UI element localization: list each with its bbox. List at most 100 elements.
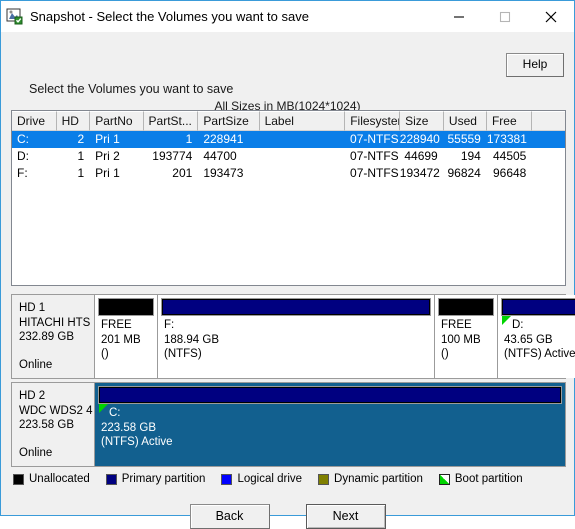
- table-row[interactable]: D: 1 Pri 2 193774 44700 07-NTFS 44699 194 44505: [12, 148, 565, 165]
- legend-swatch-icon: [318, 473, 330, 485]
- disk-status: Online: [19, 446, 53, 459]
- next-button[interactable]: Next: [305, 504, 386, 529]
- cell-partstart: 1: [185, 132, 193, 146]
- column-header-free[interactable]: Free: [486, 111, 533, 131]
- partition-line-3: (NTFS) Active: [504, 348, 575, 360]
- volumes-list[interactable]: Drive HD PartNo PartSt... PartSize Label Files…: [11, 110, 566, 286]
- column-header-label[interactable]: Label: [259, 111, 346, 131]
- cell-filesystem: 07-NTFS: [350, 166, 399, 180]
- legend-label: Boot partition: [454, 473, 523, 485]
- column-header-hd[interactable]: HD: [56, 111, 91, 131]
- partition-block[interactable]: D: 43.65 GB (NTFS) Active: [498, 295, 575, 378]
- legend-item: Primary partition: [105, 473, 206, 485]
- window-title: Snapshot - Select the Volumes you want t…: [30, 9, 309, 24]
- cell-partstart: 193774: [152, 149, 193, 163]
- disk-model: WDC WDS2 4: [19, 404, 93, 417]
- legend-swatch-icon: [438, 473, 450, 485]
- snapshot-icon: [6, 8, 24, 26]
- column-header-used[interactable]: Used: [443, 111, 487, 131]
- partition-line-3: (): [441, 348, 449, 360]
- partition-bar: [501, 298, 575, 316]
- snapshot-window: Snapshot - Select the Volumes you want t…: [0, 0, 575, 529]
- cell-drive: D:: [17, 149, 29, 163]
- column-header-drive[interactable]: Drive: [12, 111, 57, 131]
- cell-label: [259, 165, 345, 182]
- column-header-partno[interactable]: PartNo: [90, 111, 144, 131]
- cell-partsize: 193473: [203, 166, 244, 180]
- disk-status: Online: [19, 358, 53, 371]
- partition-block[interactable]: FREE 100 MB (): [435, 295, 498, 378]
- legend-item: Dynamic partition: [318, 473, 423, 485]
- cell-free: 96648: [492, 166, 527, 180]
- cell-drive: C:: [17, 132, 29, 146]
- legend-label: Unallocated: [29, 473, 90, 485]
- legend-item: Logical drive: [221, 473, 302, 485]
- table-row[interactable]: F: 1 Pri 1 201 193473 07-NTFS 193472 96824 96648: [12, 165, 565, 182]
- cell-partsize: 44700: [203, 149, 237, 163]
- partition-line-3: (): [101, 348, 109, 360]
- disk-partitions-hd2: C: 223.58 GB (NTFS) Active: [95, 383, 565, 466]
- cell-hd: 1: [77, 166, 85, 180]
- partition-text: C: 223.58 GB (NTFS) Active: [95, 403, 565, 450]
- partition-line-3: (NTFS) Active: [101, 436, 173, 448]
- partition-line-1: D:: [512, 319, 524, 331]
- cell-size: 193472: [399, 166, 440, 180]
- disk-capacity: 232.89 GB: [19, 331, 74, 343]
- cell-hd: 2: [77, 132, 85, 146]
- partition-bar: [161, 298, 431, 316]
- partition-line-2: 188.94 GB: [164, 333, 219, 346]
- column-header-partstart[interactable]: PartSt...: [143, 111, 199, 131]
- cell-extra: [532, 165, 565, 182]
- partition-block[interactable]: F: 188.94 GB (NTFS): [158, 295, 435, 378]
- partition-line-1: C:: [109, 407, 121, 419]
- cell-used: 55559: [447, 132, 481, 146]
- cell-partno: Pri 1: [95, 166, 120, 180]
- disk-name: HD 1: [19, 302, 46, 314]
- maximize-button[interactable]: [482, 2, 528, 32]
- partition-block[interactable]: C: 223.58 GB (NTFS) Active: [95, 383, 565, 466]
- disk-panel-hd1[interactable]: HD 1 HITACHI HTS 232.89 GB Online FREE 20…: [11, 294, 575, 379]
- cell-partno: Pri 1: [95, 132, 120, 146]
- legend-swatch-icon: [105, 473, 117, 485]
- partition-line-2: 43.65 GB: [504, 333, 553, 346]
- cell-extra: [532, 148, 565, 165]
- cell-partno: Pri 2: [95, 149, 120, 163]
- cell-label: [259, 131, 345, 148]
- cell-label: [259, 148, 345, 165]
- legend-item: Boot partition: [438, 473, 523, 485]
- disk-panel-hd2[interactable]: HD 2 WDC WDS2 4 223.58 GB Online C: 223.5…: [11, 382, 566, 467]
- cell-size: 44699: [404, 149, 438, 163]
- table-row[interactable]: C: 2 Pri 1 1 228941 07-NTFS 228940 55559 173381: [12, 131, 565, 148]
- disk-info-hd1: HD 1 HITACHI HTS 232.89 GB Online: [12, 295, 95, 378]
- minimize-button[interactable]: [436, 2, 482, 32]
- volumes-list-body: C: 2 Pri 1 1 228941 07-NTFS 228940 55559 173381 D…: [12, 131, 565, 182]
- disk-info-hd2: HD 2 WDC WDS2 4 223.58 GB Online: [12, 383, 95, 466]
- partition-line-1: FREE: [441, 319, 472, 331]
- back-button[interactable]: Back: [189, 504, 270, 529]
- partition-line-2: 100 MB: [441, 333, 481, 346]
- cell-extra: [532, 131, 565, 148]
- cell-free: 44505: [492, 149, 527, 163]
- help-button[interactable]: Help: [506, 53, 564, 77]
- disk-name: HD 2: [19, 390, 46, 402]
- legend-label: Logical drive: [237, 473, 303, 485]
- partition-line-2: 201 MB: [101, 333, 141, 346]
- cell-free: 173381: [486, 132, 527, 146]
- column-header-partsize[interactable]: PartSize: [198, 111, 260, 131]
- column-header-size[interactable]: Size: [400, 111, 444, 131]
- legend: Unallocated Primary partition Logical driv…: [13, 473, 539, 485]
- legend-swatch-icon: [221, 473, 233, 485]
- partition-line-3: (NTFS): [164, 348, 202, 360]
- partition-line-1: FREE: [101, 319, 132, 331]
- legend-label: Dynamic partition: [334, 473, 423, 485]
- column-header-filesystem[interactable]: Filesystem: [345, 111, 401, 131]
- disk-model: HITACHI HTS: [19, 316, 91, 329]
- legend-label: Primary partition: [121, 473, 206, 485]
- cell-filesystem: 07-NTFS: [350, 149, 399, 163]
- client-area: Help Select the Volumes you want to save…: [1, 32, 575, 529]
- column-header-extra[interactable]: [532, 111, 565, 131]
- partition-block[interactable]: FREE 201 MB (): [95, 295, 158, 378]
- close-button[interactable]: [528, 2, 574, 32]
- footer-buttons: Back Next: [1, 504, 574, 529]
- cell-filesystem: 07-NTFS: [350, 132, 399, 146]
